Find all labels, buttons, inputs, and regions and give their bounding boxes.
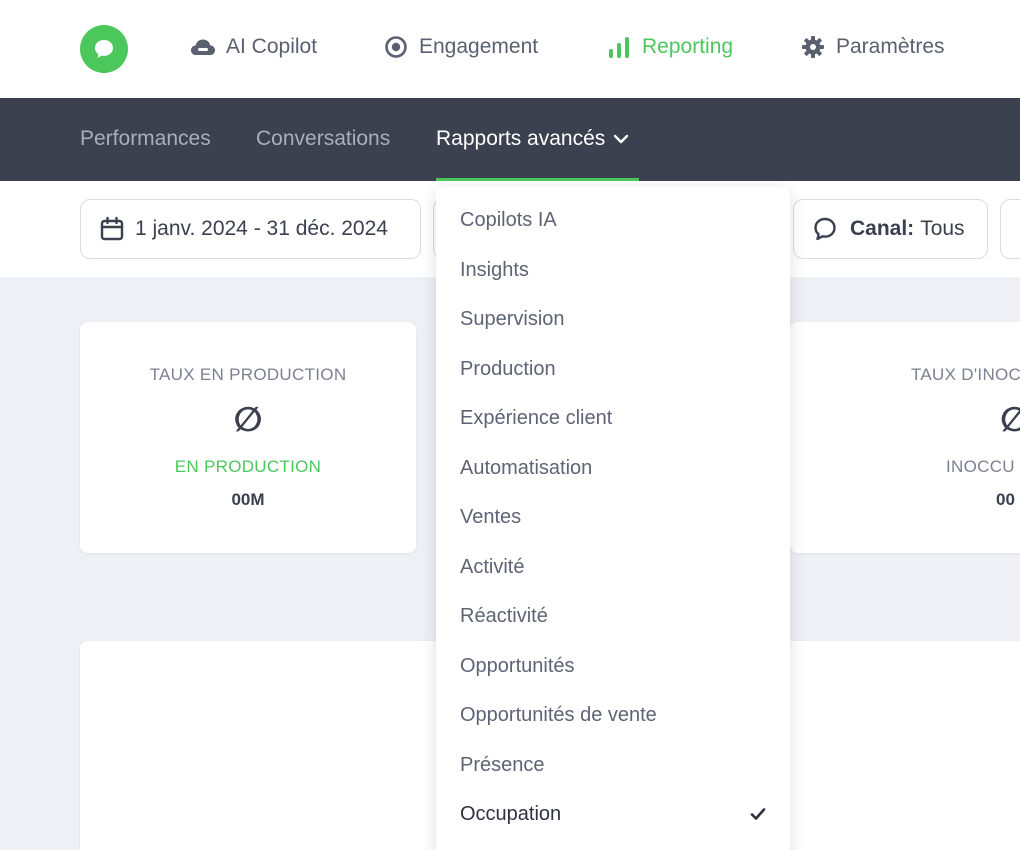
kpi-title: TAUX EN PRODUCTION: [149, 365, 347, 384]
tab-label: Performances: [80, 127, 211, 150]
menu-item-supervision[interactable]: Supervision: [460, 304, 766, 334]
tab-label: Rapports avancés: [436, 127, 606, 150]
topnav-parametres[interactable]: Paramètres: [800, 33, 945, 61]
cloud-icon: [190, 34, 216, 60]
tab-label: Conversations: [256, 127, 391, 150]
menu-item-label: Réactivité: [460, 604, 548, 627]
more-filter[interactable]: [1000, 199, 1020, 259]
menu-item-label: Insights: [460, 258, 529, 281]
topnav-engagement[interactable]: Engagement: [383, 33, 538, 61]
date-range-filter[interactable]: 1 janv. 2024 - 31 déc. 2024: [80, 199, 421, 259]
topnav-reporting[interactable]: Reporting: [606, 33, 733, 61]
menu-item-label: Ventes: [460, 505, 522, 528]
menu-item-ventes[interactable]: Ventes: [460, 502, 766, 532]
sub-navigation: Performances Conversations Rapports avan…: [0, 98, 1020, 181]
menu-item-occupation[interactable]: Occupation: [460, 799, 766, 829]
kpi-title: TAUX D'INOC: [911, 365, 1020, 384]
menu-item-production[interactable]: Production: [460, 354, 766, 384]
app-logo[interactable]: [80, 25, 128, 73]
channel-filter-key: Canal:: [850, 217, 915, 240]
menu-item-copilots-ia[interactable]: Copilots IA: [460, 205, 766, 235]
bar-chart-icon: [606, 34, 632, 60]
menu-item-automatisation[interactable]: Automatisation: [460, 453, 766, 483]
menu-item-label: Opportunités de vente: [460, 703, 657, 726]
topnav-label: Reporting: [642, 35, 734, 58]
kpi-value: 00: [996, 490, 1015, 509]
menu-item-label: Copilots IA: [460, 208, 557, 231]
channel-filter[interactable]: Canal: Tous: [793, 199, 988, 259]
menu-item-label: Production: [460, 357, 556, 380]
menu-item-opportunites[interactable]: Opportunités: [460, 651, 766, 681]
menu-item-label: Occupation: [460, 802, 562, 825]
menu-item-reactivite[interactable]: Réactivité: [460, 601, 766, 631]
menu-item-insights[interactable]: Insights: [460, 255, 766, 285]
empty-set-icon: ∅: [1000, 401, 1020, 439]
kpi-card-production: TAUX EN PRODUCTION ∅ EN PRODUCTION 00M: [80, 322, 416, 553]
kpi-subtitle: INOCCU: [946, 457, 1015, 476]
topnav-ai-copilot[interactable]: AI Copilot: [190, 33, 317, 61]
tab-performances[interactable]: Performances: [80, 125, 211, 153]
menu-item-label: Supervision: [460, 307, 565, 330]
kpi-subtitle: EN PRODUCTION: [174, 457, 322, 476]
rapports-avances-menu: Copilots IA Insights Supervision Product…: [436, 187, 790, 850]
tab-conversations[interactable]: Conversations: [256, 125, 390, 153]
menu-item-label: Opportunités: [460, 654, 575, 677]
tab-rapports-avances[interactable]: Rapports avancés: [436, 125, 631, 153]
target-icon: [383, 34, 409, 60]
channel-filter-value: Tous: [920, 217, 965, 240]
checkmark-icon: [750, 808, 766, 820]
chat-bubble-icon: [814, 217, 836, 241]
chevron-down-icon: [614, 134, 629, 144]
calendar-icon: [100, 216, 124, 241]
date-range-value: 1 janv. 2024 - 31 déc. 2024: [135, 217, 388, 240]
topnav-label: Engagement: [419, 35, 539, 58]
menu-item-label: Activité: [460, 555, 525, 578]
topnav-label: Paramètres: [836, 35, 945, 58]
menu-item-label: Automatisation: [460, 456, 593, 479]
topnav-label: AI Copilot: [226, 35, 318, 58]
menu-item-label: Expérience client: [460, 406, 613, 429]
gear-icon: [800, 34, 826, 60]
top-navigation: AI Copilot Engagement Reporting Paramètr…: [0, 0, 1020, 98]
empty-set-icon: ∅: [233, 401, 263, 439]
menu-item-experience-client[interactable]: Expérience client: [460, 403, 766, 433]
kpi-card-inoccupation: TAUX D'INOC ∅ INOCCU 00: [790, 322, 1020, 553]
kpi-value: 00M: [231, 490, 265, 509]
menu-item-opportunites-de-vente[interactable]: Opportunités de vente: [460, 700, 766, 730]
menu-item-presence[interactable]: Présence: [460, 750, 766, 780]
menu-item-activite[interactable]: Activité: [460, 552, 766, 582]
menu-item-label: Présence: [460, 753, 545, 776]
chat-bubble-icon: [95, 40, 113, 58]
